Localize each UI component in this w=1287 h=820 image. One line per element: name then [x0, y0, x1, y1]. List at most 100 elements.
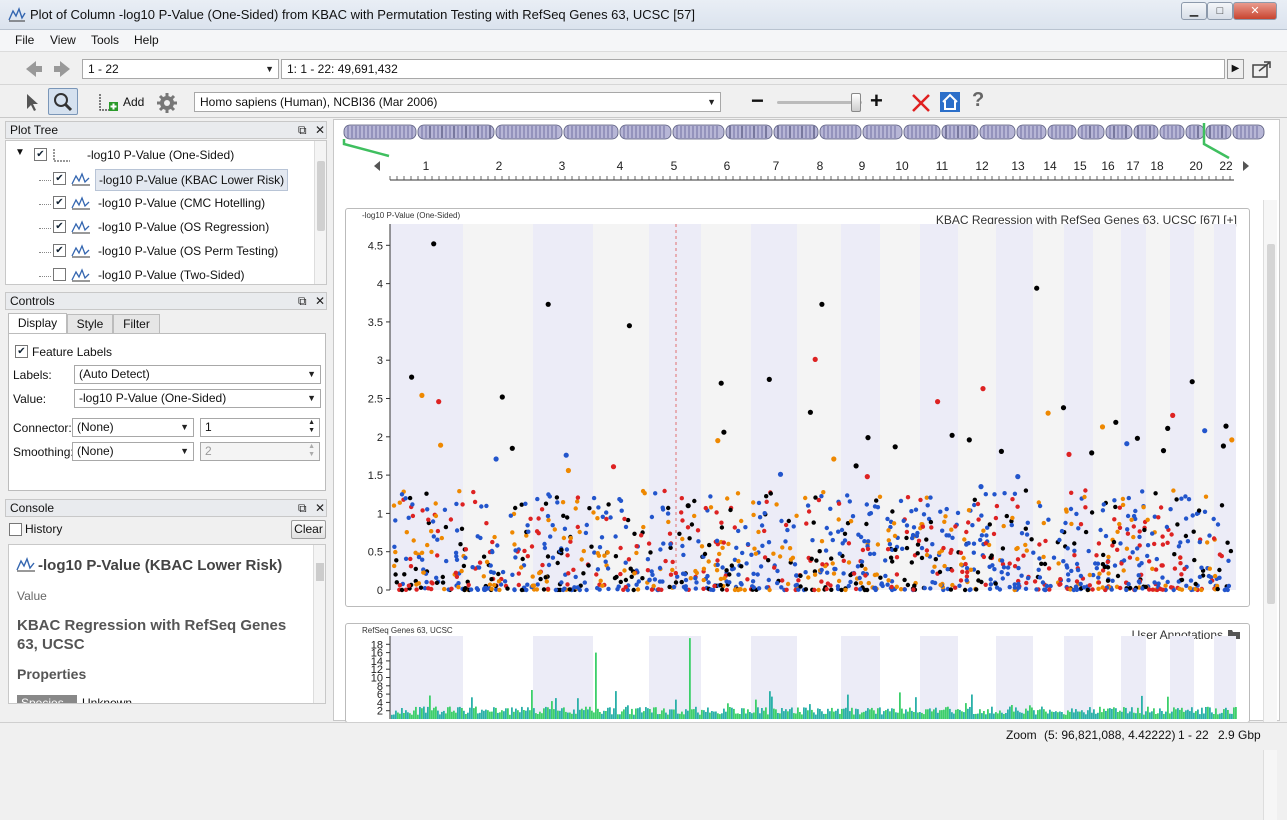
data-point[interactable]: [785, 527, 790, 533]
data-point[interactable]: [960, 569, 965, 574]
data-point[interactable]: [756, 529, 761, 535]
data-point[interactable]: [949, 527, 954, 532]
data-point[interactable]: [816, 587, 821, 593]
data-point[interactable]: [1043, 538, 1048, 544]
data-point[interactable]: [783, 522, 789, 528]
data-point[interactable]: [1087, 583, 1092, 588]
clear-button[interactable]: Clear: [291, 520, 326, 539]
data-point[interactable]: [991, 531, 997, 537]
data-point[interactable]: [925, 503, 930, 508]
data-point[interactable]: [561, 535, 567, 541]
data-point[interactable]: [492, 534, 497, 540]
data-point[interactable]: [541, 587, 547, 592]
tree-item-checkbox[interactable]: ✔: [34, 148, 47, 161]
data-point[interactable]: [878, 575, 883, 580]
data-point[interactable]: [1023, 488, 1029, 493]
data-point[interactable]: [479, 504, 484, 509]
data-point[interactable]: [693, 576, 698, 581]
data-point[interactable]: [1131, 534, 1136, 540]
data-point[interactable]: [807, 409, 813, 415]
data-point[interactable]: [871, 551, 877, 556]
data-point[interactable]: [940, 528, 945, 533]
data-point[interactable]: [824, 525, 829, 531]
data-point[interactable]: [757, 515, 763, 520]
data-point[interactable]: [426, 586, 431, 591]
data-point[interactable]: [542, 541, 547, 547]
data-point[interactable]: [959, 562, 964, 567]
data-point[interactable]: [819, 539, 825, 544]
close-panel-icon[interactable]: ✕: [315, 293, 325, 310]
data-point[interactable]: [687, 536, 692, 541]
data-point[interactable]: [667, 584, 672, 590]
data-point[interactable]: [1136, 573, 1141, 578]
zoom-slider-handle[interactable]: [851, 93, 861, 112]
data-point[interactable]: [1196, 508, 1202, 513]
data-point[interactable]: [848, 579, 853, 585]
data-point[interactable]: [756, 500, 762, 506]
chromosome-band[interactable]: [979, 124, 1016, 140]
chromosome-shape[interactable]: [773, 124, 819, 140]
data-point[interactable]: [1127, 555, 1133, 560]
data-point[interactable]: [894, 572, 900, 577]
data-point[interactable]: [1046, 566, 1052, 571]
data-point[interactable]: [394, 558, 399, 563]
data-point[interactable]: [910, 532, 916, 538]
data-point[interactable]: [736, 572, 741, 577]
data-point[interactable]: [819, 579, 824, 584]
data-point[interactable]: [1040, 580, 1046, 585]
data-point[interactable]: [435, 553, 440, 558]
data-point[interactable]: [1178, 561, 1183, 566]
data-point[interactable]: [785, 581, 791, 587]
data-point[interactable]: [885, 582, 890, 587]
data-point[interactable]: [1217, 567, 1222, 573]
data-point[interactable]: [743, 525, 748, 530]
data-point[interactable]: [1160, 575, 1165, 580]
data-point[interactable]: [681, 552, 686, 558]
data-point[interactable]: [958, 578, 964, 583]
data-point[interactable]: [1105, 559, 1110, 565]
data-point[interactable]: [468, 587, 474, 592]
data-point[interactable]: [853, 586, 859, 592]
data-point[interactable]: [657, 565, 663, 571]
data-point[interactable]: [433, 513, 439, 519]
data-point[interactable]: [459, 526, 465, 531]
chromosome-label[interactable]: 17: [1126, 159, 1140, 173]
data-point[interactable]: [1208, 579, 1213, 585]
data-point[interactable]: [836, 517, 841, 522]
data-point[interactable]: [1176, 544, 1182, 549]
data-point[interactable]: [1014, 546, 1019, 552]
data-point[interactable]: [1117, 525, 1123, 530]
data-point[interactable]: [658, 547, 663, 552]
data-point[interactable]: [565, 467, 571, 474]
data-point[interactable]: [740, 550, 745, 556]
chromosome-label[interactable]: 15: [1073, 159, 1087, 173]
data-point[interactable]: [717, 551, 722, 557]
float-panel-icon[interactable]: ⧉: [298, 122, 307, 139]
data-point[interactable]: [983, 582, 988, 587]
data-point[interactable]: [545, 301, 551, 307]
data-point[interactable]: [805, 503, 811, 508]
chromosome-shape[interactable]: [725, 124, 773, 140]
chromosome-ideogram[interactable]: 1 2 3 4 5 6 7 8 9 10 11 12 13 14 15 16 17 18 20 22: [334, 120, 1279, 190]
data-point[interactable]: [1129, 517, 1134, 522]
data-point[interactable]: [1125, 513, 1131, 519]
data-point[interactable]: [474, 586, 480, 591]
data-point[interactable]: [584, 587, 589, 593]
data-point[interactable]: [777, 554, 783, 559]
tree-item-checkbox[interactable]: ✔: [53, 220, 66, 233]
data-point[interactable]: [597, 545, 603, 550]
data-point[interactable]: [403, 496, 408, 501]
data-point[interactable]: [1172, 552, 1177, 557]
data-point[interactable]: [836, 529, 841, 534]
data-point[interactable]: [1225, 540, 1230, 545]
data-point[interactable]: [431, 534, 436, 539]
data-point[interactable]: [777, 471, 784, 477]
data-point[interactable]: [768, 491, 773, 496]
data-point[interactable]: [1078, 522, 1084, 527]
data-point[interactable]: [393, 572, 398, 577]
data-point[interactable]: [721, 429, 727, 435]
data-point[interactable]: [626, 323, 632, 329]
data-point[interactable]: [1094, 553, 1099, 558]
data-point[interactable]: [997, 587, 1003, 592]
close-button[interactable]: ✕: [1233, 2, 1277, 20]
